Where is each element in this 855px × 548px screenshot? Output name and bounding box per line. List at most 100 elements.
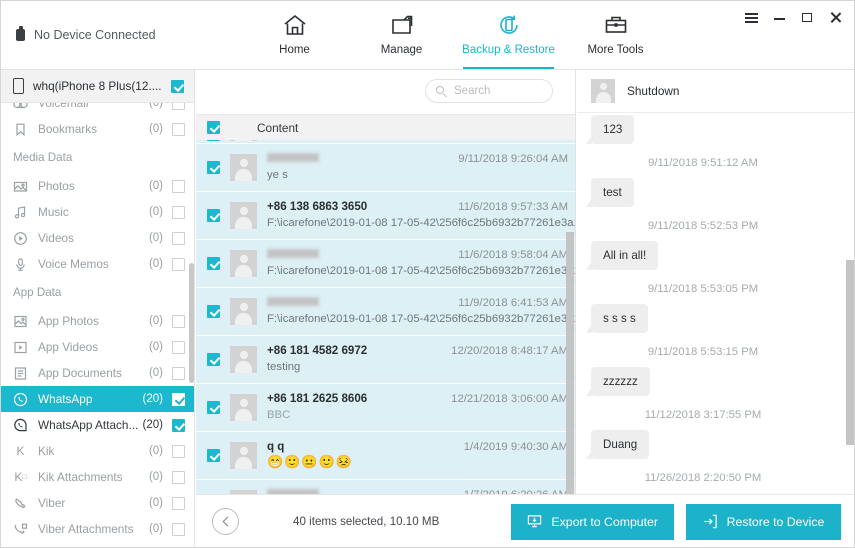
sidebar-item-voicemail[interactable]: Voicemail (0) bbox=[1, 103, 194, 116]
export-to-computer-label: Export to Computer bbox=[551, 514, 658, 529]
sidebar-checkbox-kik[interactable] bbox=[172, 444, 185, 458]
footer-bar: 40 items selected, 10.10 MB Export to Co… bbox=[196, 494, 854, 547]
nav-item-more-tools[interactable]: More Tools bbox=[562, 1, 669, 69]
minimize-icon[interactable] bbox=[773, 11, 786, 24]
sidebar-item-app-photos[interactable]: App Photos (0) bbox=[1, 308, 194, 334]
sidebar-checkbox-app-photos[interactable] bbox=[172, 314, 185, 328]
avatar bbox=[230, 202, 257, 229]
nav-item-backup-restore[interactable]: Backup & Restore bbox=[455, 1, 562, 69]
content-row-4[interactable]: 11/9/2018 6:41:53 AM F:\icarefone\2019-0… bbox=[196, 288, 575, 336]
nav-label-home: Home bbox=[279, 44, 310, 56]
content-row-checkbox-1[interactable] bbox=[207, 161, 220, 174]
content-row-6[interactable]: +86 181 2625 8606 12/21/2018 3:06:00 AM … bbox=[196, 384, 575, 432]
restore-to-device-button[interactable]: Restore to Device bbox=[686, 503, 841, 540]
sidebar-item-app-documents[interactable]: App Documents (0) bbox=[1, 360, 194, 386]
content-row-2[interactable]: +86 138 6863 3650 11/6/2018 9:57:33 AM F… bbox=[196, 192, 575, 240]
chat-bubble[interactable]: s s s s bbox=[586, 304, 648, 333]
chat-scrollbar[interactable] bbox=[846, 260, 854, 445]
search-box[interactable] bbox=[425, 79, 553, 103]
sidebar-group-media-data: Media Data bbox=[13, 151, 73, 164]
export-to-computer-button[interactable]: Export to Computer bbox=[511, 503, 674, 540]
sidebar-checkbox-voice-memos[interactable] bbox=[172, 257, 185, 271]
chat-bubble-row-2: test bbox=[577, 178, 854, 207]
app-video-icon bbox=[13, 340, 28, 355]
content-list-scrollbar[interactable] bbox=[566, 232, 574, 494]
sidebar-checkbox-whatsapp-attachments[interactable] bbox=[172, 418, 185, 432]
sidebar-label-music: Music bbox=[38, 205, 69, 219]
sidebar-checkbox-viber-attachments[interactable] bbox=[172, 522, 185, 536]
sidebar-checkbox-app-documents[interactable] bbox=[172, 366, 185, 380]
chat-timestamp-7: 9/11/2018 5:53:15 PM bbox=[647, 346, 759, 358]
sidebar-label-kik-attachments: Kik Attachments bbox=[38, 470, 123, 484]
sidebar-item-tango[interactable]: T Tango (0) bbox=[1, 542, 194, 547]
app-document-icon bbox=[13, 366, 28, 381]
content-row-time-7: 1/4/2019 9:40:30 AM bbox=[463, 441, 568, 453]
chat-bubble[interactable]: test bbox=[586, 178, 634, 207]
sidebar-checkbox-videos[interactable] bbox=[172, 231, 185, 245]
chat-bubble[interactable]: Duang bbox=[585, 430, 650, 459]
sidebar-checkbox-app-videos[interactable] bbox=[172, 340, 185, 354]
content-row-checkbox-2[interactable] bbox=[207, 209, 220, 222]
sidebar-scrollbar[interactable] bbox=[189, 263, 194, 383]
chat-bubble[interactable]: zzzzzz bbox=[586, 367, 650, 396]
sidebar-checkbox-bookmarks[interactable] bbox=[172, 122, 185, 136]
device-connection-label: No Device Connected bbox=[34, 27, 156, 42]
sidebar-device-checkbox[interactable] bbox=[171, 79, 184, 93]
hamburger-menu-icon[interactable] bbox=[745, 11, 758, 24]
chat-timestamp-11: 11/26/2018 2:20:50 PM bbox=[644, 472, 762, 484]
sidebar-checkbox-viber[interactable] bbox=[172, 496, 185, 510]
sidebar-label-app-videos: App Videos bbox=[38, 340, 99, 354]
nav-item-manage[interactable]: Manage bbox=[348, 1, 455, 69]
avatar bbox=[230, 346, 257, 373]
sidebar-item-kik-attachments[interactable]: K □ Kik Attachments (0) bbox=[1, 464, 194, 490]
sidebar-item-kik[interactable]: K Kik (0) bbox=[1, 438, 194, 464]
sidebar-item-voice-memos[interactable]: Voice Memos (0) bbox=[1, 251, 194, 277]
content-row-5[interactable]: +86 181 4582 6972 12/20/2018 8:48:17 AM … bbox=[196, 336, 575, 384]
sidebar-item-viber[interactable]: Viber (0) bbox=[1, 490, 194, 516]
content-row-checkbox-3[interactable] bbox=[207, 257, 220, 270]
content-row-1[interactable]: 9/11/2018 9:26:04 AM ye s bbox=[196, 144, 575, 192]
content-row-title-6: +86 181 2625 8606 bbox=[267, 392, 368, 405]
content-row-body-5: +86 181 4582 6972 12/20/2018 8:48:17 AM … bbox=[267, 344, 568, 375]
select-all-checkbox[interactable] bbox=[207, 121, 220, 134]
content-row-7[interactable]: q q 1/4/2019 9:40:30 AM 😁🙂😐🙂😣 bbox=[196, 432, 575, 480]
chat-contact-name: Shutdown bbox=[627, 84, 680, 98]
content-row-checkbox-4[interactable] bbox=[207, 305, 220, 318]
content-list: 你说什么我们要怎么办什么定达八四音还定个实业想说个出口…… 9/11/2018 … bbox=[196, 140, 575, 494]
search-input[interactable] bbox=[454, 85, 549, 97]
sidebar-checkbox-music[interactable] bbox=[172, 205, 185, 219]
sidebar-item-whatsapp[interactable]: WhatsApp (20) bbox=[1, 386, 194, 412]
content-row-8[interactable]: 1/7/2019 6:20:26 AM F:\icarefone\2019-01… bbox=[196, 480, 575, 494]
app-window: No Device Connected Home Manage Backup &… bbox=[0, 0, 855, 548]
sidebar-item-bookmarks[interactable]: Bookmarks (0) bbox=[1, 116, 194, 142]
maximize-icon[interactable] bbox=[801, 11, 814, 24]
sidebar-item-videos[interactable]: Videos (0) bbox=[1, 225, 194, 251]
avatar bbox=[230, 250, 257, 277]
content-row-checkbox-5[interactable] bbox=[207, 353, 220, 366]
close-icon[interactable] bbox=[829, 11, 842, 24]
sidebar-device-row[interactable]: whq(iPhone 8 Plus(12.... bbox=[1, 70, 194, 103]
chat-bubble-row-0: 123 bbox=[577, 115, 854, 144]
chat-bubble[interactable]: All in all! bbox=[585, 241, 659, 270]
chat-bubble[interactable]: 123 bbox=[585, 115, 635, 144]
sidebar-checkbox-kik-attachments[interactable] bbox=[172, 470, 185, 484]
search-bar bbox=[196, 70, 575, 114]
sidebar-label-photos: Photos bbox=[38, 179, 75, 193]
sidebar-count-voicemail: (0) bbox=[148, 103, 163, 109]
content-row-title-5: +86 181 4582 6972 bbox=[267, 344, 368, 357]
sidebar-checkbox-photos[interactable] bbox=[172, 179, 185, 193]
content-row-checkbox-7[interactable] bbox=[207, 449, 220, 462]
sidebar-checkbox-voicemail[interactable] bbox=[172, 103, 185, 110]
sidebar-item-viber-attachments[interactable]: Viber Attachments (0) bbox=[1, 516, 194, 542]
sidebar-item-photos[interactable]: Photos (0) bbox=[1, 173, 194, 199]
back-button[interactable] bbox=[212, 508, 239, 535]
sidebar-item-app-videos[interactable]: App Videos (0) bbox=[1, 334, 194, 360]
sidebar-item-music[interactable]: Music (0) bbox=[1, 199, 194, 225]
sidebar-item-whatsapp-attachments[interactable]: WhatsApp Attach... (20) bbox=[1, 412, 194, 438]
content-row-checkbox-0[interactable] bbox=[207, 140, 220, 141]
sidebar-checkbox-whatsapp[interactable] bbox=[172, 392, 185, 406]
content-row-checkbox-6[interactable] bbox=[207, 401, 220, 414]
nav-item-home[interactable]: Home bbox=[241, 1, 348, 69]
content-row-3[interactable]: 11/6/2018 9:58:04 AM F:\icarefone\2019-0… bbox=[196, 240, 575, 288]
content-row-title-7: q q bbox=[267, 440, 285, 453]
